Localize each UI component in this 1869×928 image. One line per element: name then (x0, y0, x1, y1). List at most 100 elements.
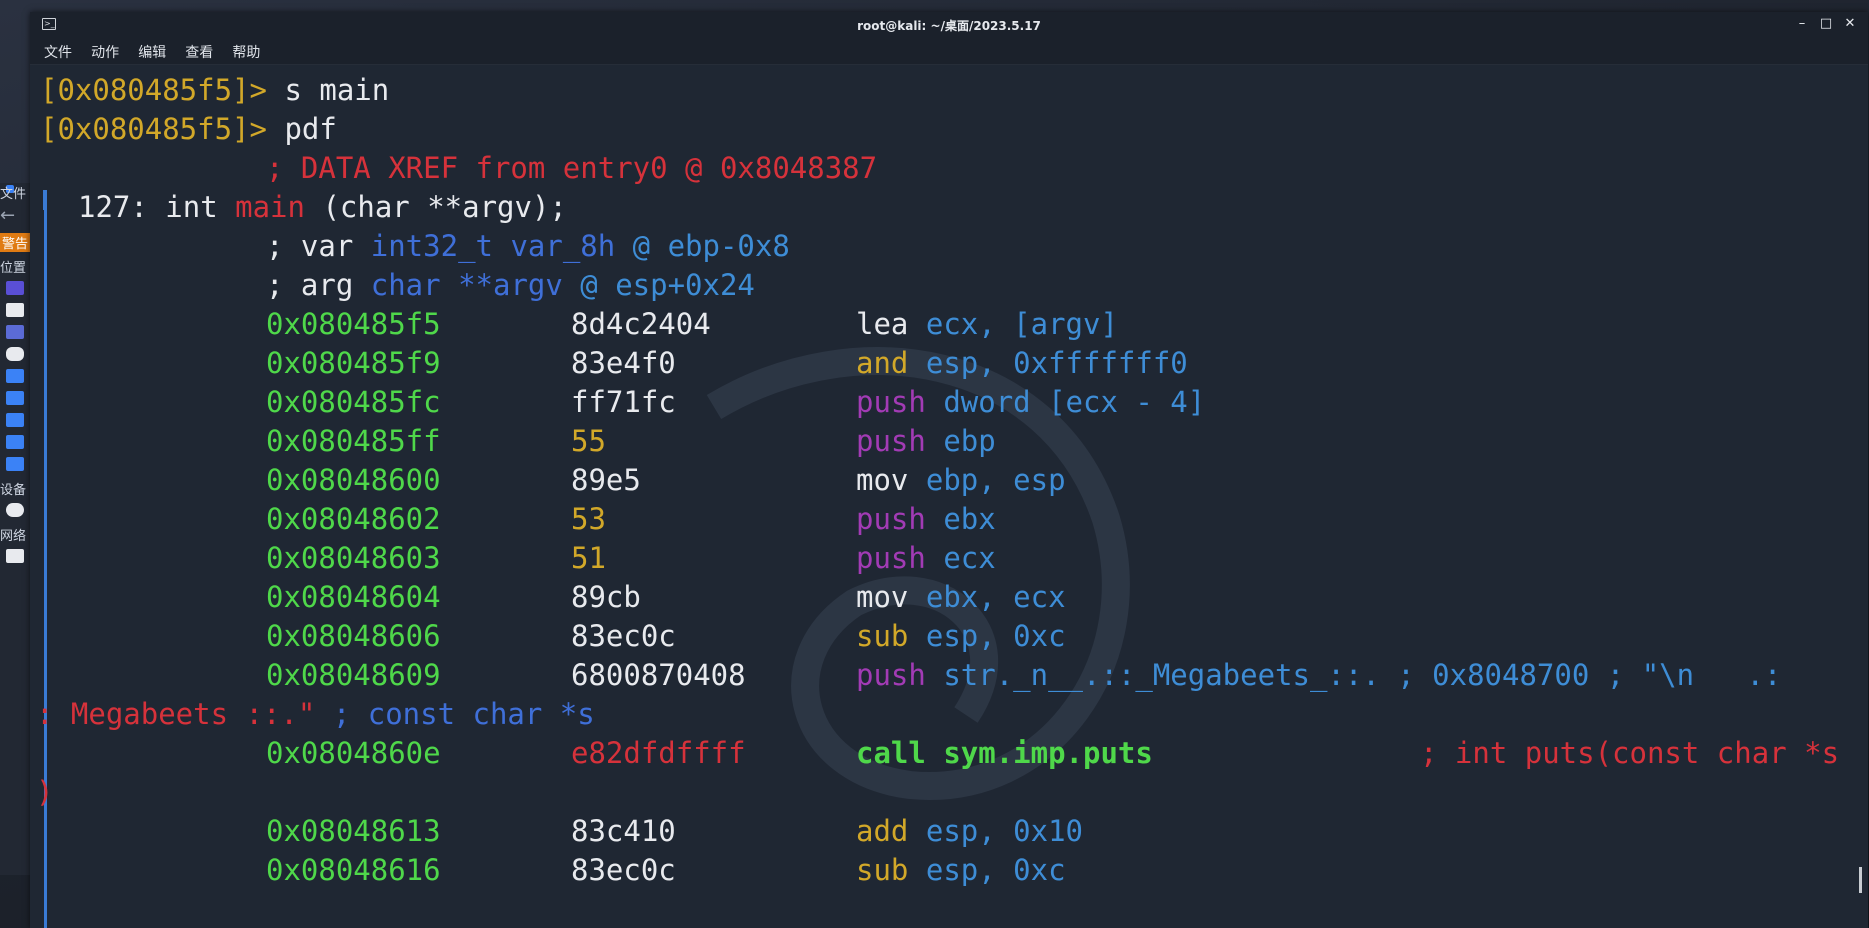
menu-help[interactable]: 帮助 (232, 42, 260, 62)
instr-text: and esp, 0xfffffff0 (856, 344, 1188, 383)
pictures-folder-icon[interactable] (6, 413, 24, 427)
instr-address: 0x08048613 (266, 814, 441, 848)
instr-args: esp, 0xfffffff0 (925, 346, 1188, 380)
instr-args: ebp (943, 424, 996, 458)
var-type: int32_t var_8h (370, 229, 616, 263)
arg-declaration: ; arg char **argv @ esp+0x24 (266, 266, 755, 305)
func-args: (char **argv); (304, 190, 567, 224)
xref-comment: ; DATA XREF from entry0 @ 0x8048387 (266, 151, 878, 185)
puts-comment: ; int puts(const char *s (1420, 736, 1840, 770)
scrollbar-thumb[interactable] (1859, 867, 1862, 893)
side-label-files[interactable]: 文件 (0, 183, 26, 202)
music-folder-icon[interactable] (6, 391, 24, 405)
menu-view[interactable]: 查看 (185, 42, 213, 62)
terminal-output[interactable]: [0x080485f5]> s main [0x080485f5]> pdf ;… (30, 65, 1868, 928)
home-icon[interactable] (6, 303, 24, 317)
function-signature: 127: int main (char **argv); (78, 188, 567, 227)
func-name: main (235, 190, 305, 224)
command: pdf (266, 112, 337, 146)
instr-bytes: 83ec0c (571, 853, 676, 887)
function-gutter-top (43, 190, 47, 210)
instr-text: mov ebp, esp (856, 461, 1066, 500)
instruction-row: 0x08048602 (266, 500, 441, 539)
instr-address: 0x08048604 (266, 580, 441, 614)
prompt: [0x080485f5]> (40, 73, 267, 107)
prompt-line-2: [0x080485f5]> pdf (40, 110, 337, 149)
instruction-row: 0x08048600 (266, 461, 441, 500)
instr-bytes: 83ec0c (571, 619, 676, 653)
instr-address: 0x08048602 (266, 502, 441, 536)
documents-folder-icon[interactable] (6, 369, 24, 383)
instr-address: 0x080485ff (266, 424, 441, 458)
file-manager-side-panel: 文件 ← 警告 位置 设备 网络 (0, 183, 31, 875)
computer-icon[interactable] (6, 281, 24, 295)
instr-address: 0x08048603 (266, 541, 441, 575)
instr-bytes: 83e4f0 (571, 346, 676, 380)
instruction-row: 0x08048616 (266, 851, 441, 890)
instr-bytes: 55 (571, 424, 606, 458)
var-declaration: ; var int32_t var_8h @ ebp-0x8 (266, 227, 790, 266)
instr-args: dword [ecx - 4] (943, 385, 1206, 419)
videos-folder-icon[interactable] (6, 435, 24, 449)
command: s main (266, 73, 390, 107)
menu-file[interactable]: 文件 (44, 42, 72, 62)
instr-args: sym.imp.puts (943, 736, 1153, 770)
instr-op: push (856, 658, 926, 692)
instr-bytes: 83c410 (571, 814, 676, 848)
instr-bytes: 89e5 (571, 463, 641, 497)
instr-bytes: 6800870408 (571, 658, 746, 692)
desktop-icon[interactable] (6, 325, 24, 339)
downloads-folder-icon[interactable] (6, 457, 24, 471)
instr-text: push ebp (856, 422, 996, 461)
instr-args: ecx (943, 541, 996, 575)
instruction-row: 0x080485f9 (266, 344, 441, 383)
puts-comment-wrap: ) (36, 775, 54, 809)
instr-text: sub esp, 0xc (856, 617, 1066, 656)
instr-args: esp, 0xc (925, 853, 1066, 887)
instr-bytes: 53 (571, 502, 606, 536)
instr-args: ebx (943, 502, 996, 536)
instr-args: ecx, [argv] (925, 307, 1118, 341)
instr-op: add (856, 814, 909, 848)
instr-address: 0x0804860e (266, 736, 441, 770)
instr-text: push ecx (856, 539, 996, 578)
minimize-button[interactable]: – (1792, 14, 1812, 34)
instr-address: 0x08048616 (266, 853, 441, 887)
back-arrow-icon[interactable]: ← (0, 205, 15, 226)
instr-text: add esp, 0x10 (856, 812, 1083, 851)
instr-text: push dword [ecx - 4] (856, 383, 1205, 422)
instr-address: 0x080485f9 (266, 346, 441, 380)
instr-address: 0x08048606 (266, 619, 441, 653)
close-button[interactable]: ✕ (1840, 14, 1860, 34)
trash-icon[interactable] (6, 347, 24, 361)
instr-op: push (856, 502, 926, 536)
instruction-row: 0x08048609 (266, 656, 441, 695)
instruction-row: 0x0804860e (266, 734, 441, 773)
instruction-row: 0x08048604 (266, 578, 441, 617)
instr-address: 0x08048609 (266, 658, 441, 692)
disk-icon[interactable] (6, 503, 24, 517)
instr-op: push (856, 424, 926, 458)
wrapped-string-line: : Megabeets ::." ; const char *s (36, 695, 595, 734)
instruction-row: 0x08048613 (266, 812, 441, 851)
instr-op: lea (856, 307, 909, 341)
instr-bytes: ff71fc (571, 385, 676, 419)
instr-op: push (856, 541, 926, 575)
arg-type: char **argv (370, 268, 563, 302)
var-offset: @ ebp-0x8 (615, 229, 790, 263)
instr-address: 0x080485fc (266, 385, 441, 419)
network-icon[interactable] (6, 549, 24, 563)
side-label-devices: 设备 (0, 483, 27, 498)
menu-edit[interactable]: 编辑 (138, 42, 166, 62)
menu-action[interactable]: 动作 (91, 42, 119, 62)
instr-bytes: e82dfdffff (571, 736, 746, 770)
instr-bytes: 89cb (571, 580, 641, 614)
side-label-places: 位置 (0, 261, 27, 276)
instr-op: call (856, 736, 926, 770)
instr-op: and (856, 346, 909, 380)
instr-bytes: 51 (571, 541, 606, 575)
maximize-button[interactable]: □ (1816, 14, 1836, 34)
title-bar[interactable]: >_ root@kali: ~/桌面/2023.5.17 – □ ✕ (30, 12, 1868, 38)
prompt: [0x080485f5]> (40, 112, 267, 146)
instr-op: sub (856, 853, 909, 887)
